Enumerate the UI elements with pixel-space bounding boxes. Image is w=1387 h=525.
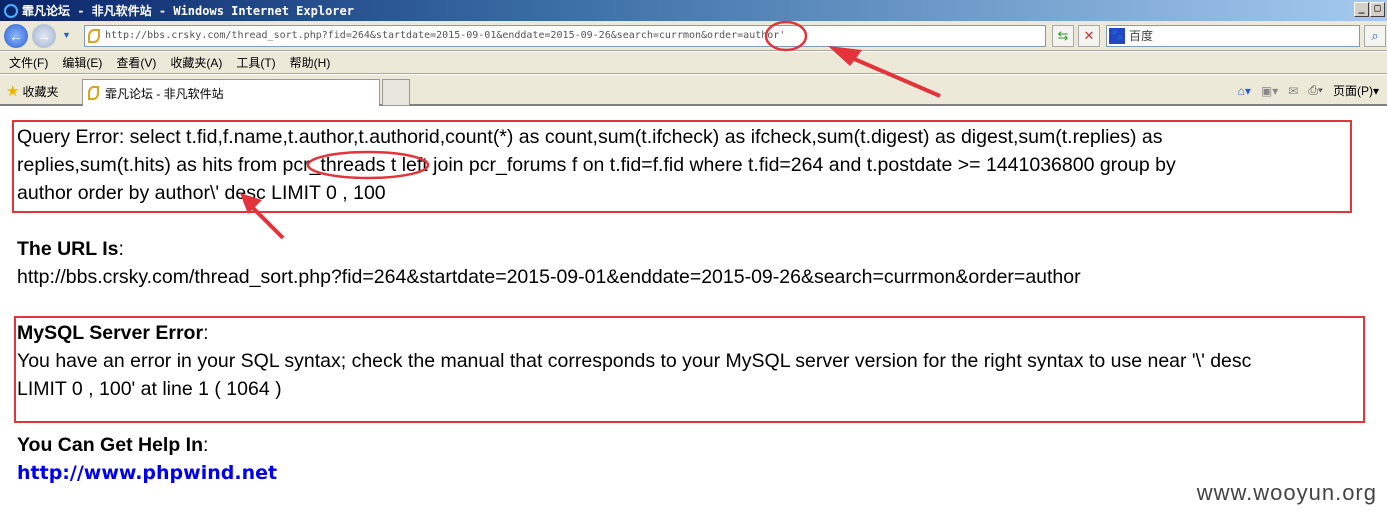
window-title: 霏凡论坛 - 非凡软件站 - Windows Internet Explorer bbox=[22, 4, 354, 18]
menu-edit[interactable]: 编辑(E) bbox=[62, 54, 102, 71]
star-icon: ★ bbox=[6, 83, 20, 100]
url-text: http://bbs.crsky.com/thread_sort.php?fid… bbox=[17, 266, 1081, 288]
annotation-box-mysql bbox=[14, 316, 1365, 423]
favorites-bar: ★ 收藏夹 霏凡论坛 - 非凡软件站 ⌂▾ ▣▾ ✉ ⎙▾ 页面(P)▾ bbox=[0, 75, 1387, 106]
menu-bar: 文件(F) 编辑(E) 查看(V) 收藏夹(A) 工具(T) 帮助(H) bbox=[0, 52, 1387, 74]
maximize-button[interactable]: □ bbox=[1370, 2, 1385, 17]
feeds-icon[interactable]: ▣▾ bbox=[1261, 84, 1278, 98]
forward-button[interactable]: → bbox=[32, 24, 56, 48]
baidu-paw-icon: 🐾 bbox=[1109, 28, 1125, 44]
tab-crsky[interactable]: 霏凡论坛 - 非凡软件站 bbox=[82, 79, 380, 106]
home-icon[interactable]: ⌂▾ bbox=[1238, 84, 1251, 98]
help-heading: You Can Get Help In: bbox=[17, 434, 209, 456]
favicon-icon bbox=[88, 86, 99, 100]
title-bar: 霏凡论坛 - 非凡软件站 - Windows Internet Explorer… bbox=[0, 0, 1387, 21]
menu-view[interactable]: 查看(V) bbox=[116, 54, 156, 71]
navigation-bar: ← → ▼ http://bbs.crsky.com/thread_sort.p… bbox=[0, 21, 1387, 51]
help-link[interactable]: http://www.phpwind.net bbox=[17, 459, 277, 487]
refresh-button[interactable]: ⇆ bbox=[1052, 25, 1074, 47]
address-bar[interactable]: http://bbs.crsky.com/thread_sort.php?fid… bbox=[84, 25, 1046, 47]
menu-help[interactable]: 帮助(H) bbox=[290, 54, 331, 71]
search-button[interactable]: ⌕ bbox=[1364, 25, 1386, 47]
minimize-button[interactable]: _ bbox=[1354, 2, 1369, 17]
menu-favorites[interactable]: 收藏夹(A) bbox=[170, 54, 222, 71]
recent-pages-dropdown-icon[interactable]: ▼ bbox=[62, 30, 71, 40]
watermark: www.wooyun.org bbox=[1196, 480, 1377, 505]
url-heading: The URL Is: bbox=[17, 238, 124, 260]
annotation-box-query bbox=[12, 120, 1352, 213]
mail-icon[interactable]: ✉ bbox=[1288, 84, 1298, 98]
favicon-icon bbox=[88, 29, 100, 43]
menu-file[interactable]: 文件(F) bbox=[9, 54, 48, 71]
stop-button[interactable]: ✕ bbox=[1078, 25, 1100, 47]
page-menu-button[interactable]: 页面(P)▾ bbox=[1333, 82, 1379, 99]
print-icon[interactable]: ⎙▾ bbox=[1308, 83, 1323, 98]
new-tab-button[interactable] bbox=[382, 79, 410, 106]
search-input[interactable]: 🐾 百度 bbox=[1106, 25, 1360, 47]
back-button[interactable]: ← bbox=[4, 24, 28, 48]
address-url: http://bbs.crsky.com/thread_sort.php?fid… bbox=[105, 30, 786, 41]
menu-tools[interactable]: 工具(T) bbox=[236, 54, 275, 71]
favorites-button[interactable]: ★ 收藏夹 bbox=[6, 82, 58, 100]
ie-logo-icon bbox=[4, 3, 18, 18]
